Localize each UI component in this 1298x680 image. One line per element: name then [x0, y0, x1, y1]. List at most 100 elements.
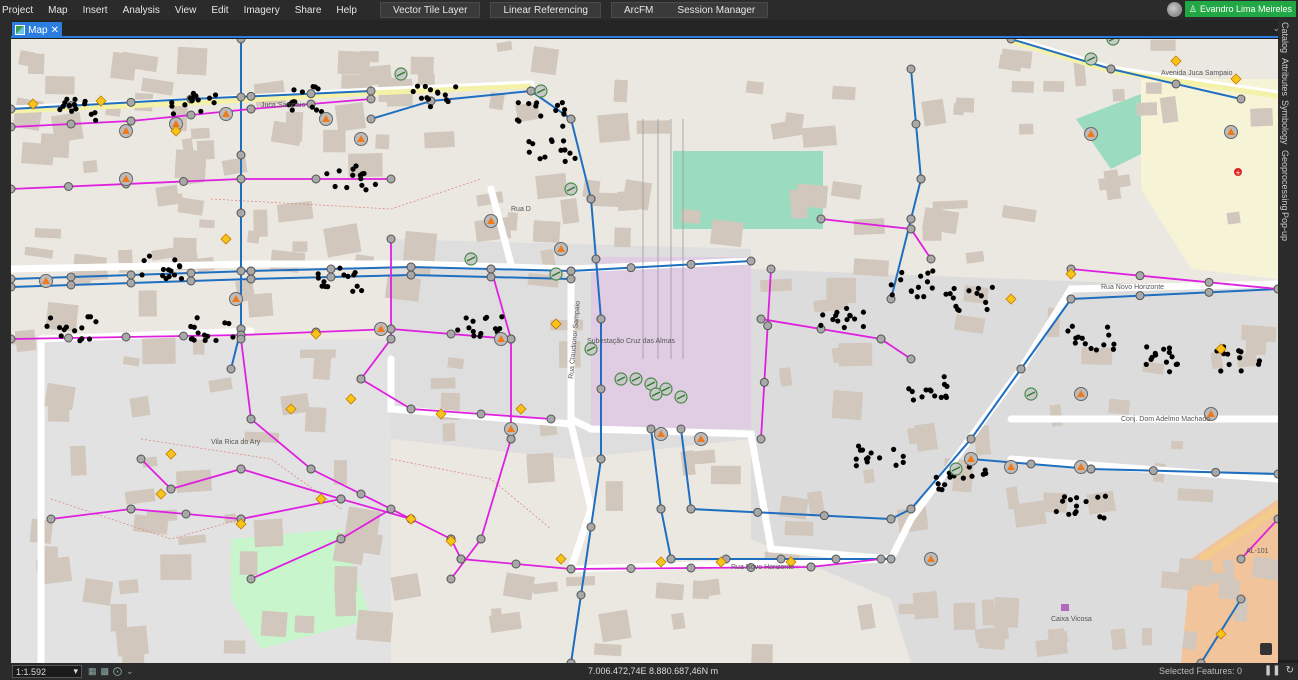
grid-icon[interactable]: ▦: [88, 666, 97, 677]
user-account-button[interactable]: ♙ Evandro Lima Meireles: [1184, 1, 1296, 17]
menu-view[interactable]: View: [173, 5, 210, 16]
menu-analysis[interactable]: Analysis: [121, 5, 173, 16]
layers-icon[interactable]: [1260, 643, 1272, 655]
menu-insert[interactable]: Insert: [81, 5, 121, 16]
pole-node: [1135, 291, 1145, 301]
map-svg[interactable]: Subestação Cruz das Almas Juca Sampaio A…: [11, 39, 1278, 663]
service-point: [195, 97, 201, 103]
building: [430, 377, 456, 390]
service-point: [876, 455, 883, 461]
pole-node: [906, 224, 916, 234]
tab-vector-tile-layer[interactable]: Vector Tile Layer: [379, 2, 481, 18]
building: [832, 85, 856, 101]
snap-icon[interactable]: ▩: [101, 666, 110, 677]
pole-node: [366, 86, 376, 96]
building: [636, 120, 671, 134]
service-point: [833, 312, 839, 319]
pole-node: [1204, 287, 1214, 297]
tab-arcfm[interactable]: ArcFM: [612, 2, 665, 18]
dock-tab-popup[interactable]: Pop-up: [1280, 212, 1290, 241]
pole-node: [1016, 364, 1026, 374]
pole-node: [246, 266, 256, 276]
menu-imagery[interactable]: Imagery: [242, 5, 293, 16]
scale-value: 1:1.592: [16, 666, 47, 677]
pole-node: [576, 590, 586, 600]
pole-node: [1026, 459, 1036, 469]
service-point: [482, 315, 488, 322]
service-point: [1072, 340, 1078, 346]
building: [932, 199, 968, 210]
pole-node: [326, 264, 336, 274]
chevron-down-icon[interactable]: ▾: [73, 666, 78, 677]
building: [680, 209, 701, 224]
map-view-tab[interactable]: Map ✕: [12, 22, 62, 38]
service-point: [58, 333, 64, 339]
service-point: [900, 453, 906, 459]
building: [838, 345, 866, 362]
service-point: [864, 459, 870, 465]
service-point: [47, 315, 54, 321]
dock-tab-geoprocessing[interactable]: Geoprocessing: [1280, 150, 1290, 211]
chevron-down-icon[interactable]: ⌄: [126, 666, 134, 677]
globe-icon[interactable]: [1166, 1, 1182, 17]
menu-share[interactable]: Share: [293, 5, 335, 16]
pole-node: [906, 504, 916, 514]
building: [862, 469, 876, 484]
constraint-icon[interactable]: ⨀: [113, 666, 122, 677]
service-point: [918, 273, 924, 279]
service-point: [1066, 511, 1072, 517]
label-substation: Subestação Cruz das Almas: [587, 338, 675, 345]
pole-node: [596, 384, 606, 394]
service-point: [893, 462, 899, 468]
pole-node: [406, 270, 416, 280]
menu-help[interactable]: Help: [334, 5, 370, 16]
building: [129, 395, 151, 418]
building: [1018, 123, 1034, 135]
building: [423, 131, 455, 149]
label-conj-dom-adelmo: Conj. Dom Adelmo Machado: [1121, 416, 1210, 423]
building: [334, 102, 367, 132]
pole-node: [676, 424, 686, 434]
service-point: [889, 292, 895, 298]
menu-map[interactable]: Map: [46, 5, 80, 16]
service-point: [202, 337, 208, 343]
pole-node: [566, 266, 576, 276]
user-icon: ♙: [1188, 3, 1197, 14]
pole-node: [766, 264, 776, 274]
menu-project[interactable]: Project: [0, 5, 46, 16]
building: [1251, 556, 1278, 582]
building: [21, 142, 55, 166]
close-icon[interactable]: ✕: [51, 25, 59, 36]
pole-node: [1236, 554, 1246, 564]
building: [260, 610, 288, 638]
refresh-icon[interactable]: ↻: [1286, 665, 1294, 676]
service-point: [853, 456, 859, 462]
building: [442, 423, 456, 442]
view-tab-bar: Map ✕ ⌄: [0, 20, 1298, 38]
pole-node: [356, 374, 366, 384]
dock-tab-attributes[interactable]: Attributes: [1280, 58, 1290, 96]
building: [223, 640, 246, 654]
service-point: [443, 97, 450, 103]
service-point: [966, 288, 972, 294]
tab-linear-referencing[interactable]: Linear Referencing: [490, 2, 601, 18]
dock-tab-catalog[interactable]: Catalog: [1280, 22, 1290, 53]
building: [760, 278, 793, 293]
pole-node: [1211, 467, 1221, 477]
building: [655, 582, 685, 601]
service-point: [554, 102, 561, 108]
pole-node: [916, 174, 926, 184]
service-point: [422, 83, 428, 90]
pole-node: [64, 182, 73, 191]
building: [491, 608, 503, 626]
service-point: [960, 475, 966, 481]
tab-session-manager[interactable]: Session Manager: [665, 2, 767, 18]
pause-icon[interactable]: ❚❚: [1264, 665, 1281, 676]
pole-node: [46, 514, 56, 524]
pole-node: [11, 282, 16, 292]
dock-tab-symbology[interactable]: Symbology: [1280, 100, 1290, 145]
service-point: [141, 257, 147, 264]
menu-edit[interactable]: Edit: [209, 5, 241, 16]
map-canvas[interactable]: Subestação Cruz das Almas Juca Sampaio A…: [11, 39, 1278, 663]
scale-input[interactable]: 1:1.592 ▾: [12, 665, 82, 678]
